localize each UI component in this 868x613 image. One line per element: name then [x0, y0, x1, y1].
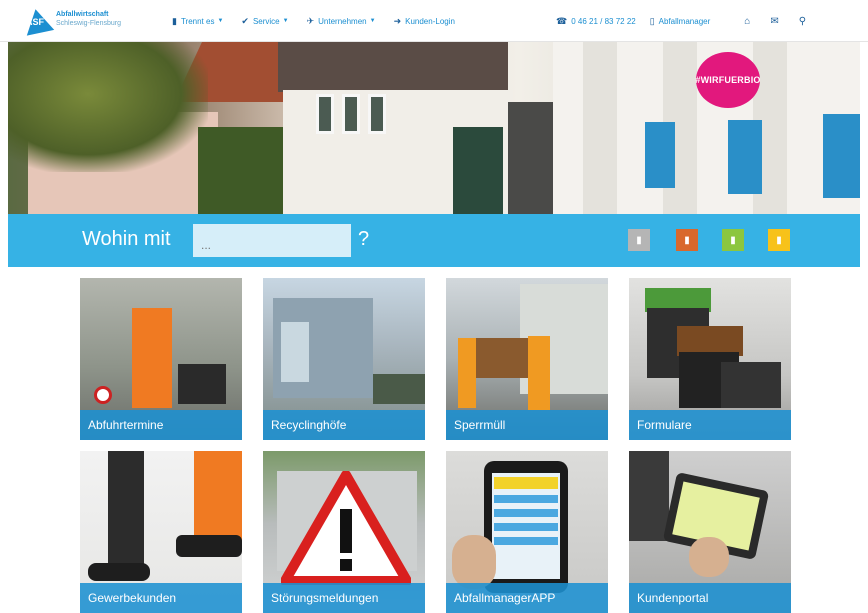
envelope-icon[interactable]: ✉	[770, 16, 778, 27]
hero-sign	[823, 114, 860, 198]
phone-link[interactable]: ☎ 0 46 21 / 83 72 22	[556, 16, 636, 27]
phone-app-icon: ▯	[649, 15, 655, 26]
tile-abfallmanager-app[interactable]: AbfallmanagerAPP	[446, 451, 608, 613]
phone-icon: ☎	[556, 15, 568, 26]
logo-text: Abfallwirtschaft Schleswig-Flensburg	[56, 10, 121, 28]
wirfuerbio-badge[interactable]: #WIRFUERBIO	[695, 52, 760, 108]
hero-sign	[728, 120, 762, 194]
logo[interactable]: ASF Abfallwirtschaft Schleswig-Flensburg	[20, 6, 140, 36]
tile-label: AbfallmanagerAPP	[446, 583, 608, 613]
chevron-down-icon: ▼	[217, 18, 224, 24]
hero-window	[342, 94, 360, 134]
hero-roof-dark	[278, 42, 508, 92]
abfallmanager-link[interactable]: ▯ Abfallmanager	[650, 16, 711, 27]
logo-mark: ASF	[20, 6, 55, 36]
logo-letters: ASF	[26, 17, 44, 27]
plane-icon: ✈	[306, 15, 315, 26]
menu-label: Trennt es	[180, 16, 215, 26]
chevron-down-icon: ▼	[369, 18, 376, 24]
warning-icon	[281, 471, 411, 585]
menu-label: Kunden-Login	[405, 16, 455, 26]
menu-item-unternehmen[interactable]: ✈ Unternehmen ▼	[307, 16, 376, 27]
hero-tree	[8, 42, 208, 172]
tile-label: Recyclinghöfe	[263, 410, 425, 440]
tile-label: Kundenportal	[629, 583, 791, 613]
menu-item-kunden-login[interactable]: ➜ Kunden-Login	[394, 16, 455, 27]
trash-icon: ▮	[684, 234, 690, 246]
restmuell-bin-button[interactable]: ▮	[628, 229, 650, 251]
home-icon[interactable]: ⌂	[744, 16, 750, 27]
waste-search-input[interactable]	[193, 224, 351, 257]
trash-icon: ▮	[636, 234, 642, 246]
logo-line2: Schleswig-Flensburg	[56, 20, 121, 27]
trash-icon: ▮	[730, 234, 736, 246]
menu-label: Service	[252, 16, 280, 26]
phone-number: 0 46 21 / 83 72 22	[571, 16, 636, 26]
tile-label: Abfuhrtermine	[80, 410, 242, 440]
tile-formulare[interactable]: Formulare	[629, 278, 791, 440]
tile-label: Formulare	[629, 410, 791, 440]
hero-window	[368, 94, 386, 134]
gelber-sack-bin-button[interactable]: ▮	[722, 229, 744, 251]
tile-abfuhrtermine[interactable]: Abfuhrtermine	[80, 278, 242, 440]
waste-search-bar: Wohin mit ? ▮ ▮ ▮ ▮	[8, 214, 860, 267]
tile-kundenportal[interactable]: Kundenportal	[629, 451, 791, 613]
menu-item-service[interactable]: ✔ Service ▼	[241, 16, 288, 27]
search-icon[interactable]: ⚲	[799, 16, 806, 27]
hero-window	[316, 94, 334, 134]
menu-item-trennt[interactable]: ▮ Trennt es ▼	[172, 16, 223, 27]
logo-line1: Abfallwirtschaft	[56, 11, 109, 18]
check-icon: ✔	[241, 15, 249, 26]
hero-door	[453, 127, 503, 214]
menu-label: Unternehmen	[318, 16, 367, 26]
hero-sign	[645, 122, 675, 188]
trash-icon: ▮	[172, 15, 177, 26]
top-navbar: ASF Abfallwirtschaft Schleswig-Flensburg…	[0, 0, 868, 42]
chevron-down-icon: ▼	[282, 18, 289, 24]
abfallmanager-label: Abfallmanager	[658, 16, 711, 26]
tile-sperrmuell[interactable]: Sperrmüll	[446, 278, 608, 440]
trash-icon: ▮	[776, 234, 782, 246]
nav-right: ☎ 0 46 21 / 83 72 22 ▯ Abfallmanager ⌂ ✉…	[556, 0, 806, 42]
tile-recyclinghoefe[interactable]: Recyclinghöfe	[263, 278, 425, 440]
tile-label: Sperrmüll	[446, 410, 608, 440]
tile-gewerbekunden[interactable]: Gewerbekunden	[80, 451, 242, 613]
tile-label: Gewerbekunden	[80, 583, 242, 613]
biotonne-bin-button[interactable]: ▮	[676, 229, 698, 251]
search-question-mark: ?	[358, 228, 370, 250]
tile-stoerungsmeldungen[interactable]: Störungsmeldungen	[263, 451, 425, 613]
main-menu: ▮ Trennt es ▼ ✔ Service ▼ ✈ Unternehmen …	[172, 0, 473, 42]
hero-banner: #WIRFUERBIO	[8, 42, 860, 214]
tile-label: Störungsmeldungen	[263, 583, 425, 613]
papiertonne-bin-button[interactable]: ▮	[768, 229, 790, 251]
login-icon: ➜	[393, 15, 402, 26]
search-label: Wohin mit	[82, 228, 171, 250]
